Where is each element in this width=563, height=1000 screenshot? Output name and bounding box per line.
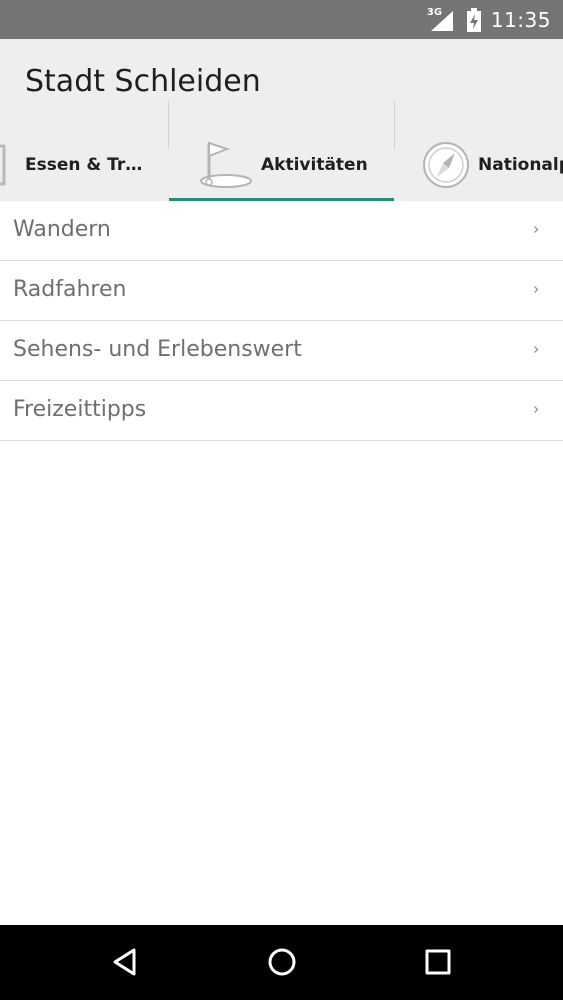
tab-label: Nationalpark bbox=[478, 155, 563, 175]
clock: 11:35 bbox=[490, 7, 551, 32]
tab-label: Essen & Tr… bbox=[25, 155, 143, 175]
battery-icon bbox=[466, 7, 481, 32]
tab-nationalpark[interactable]: Nationalpark bbox=[395, 138, 563, 201]
tab-divider bbox=[168, 101, 169, 149]
chevron-right-icon bbox=[534, 226, 539, 233]
home-circle-icon bbox=[268, 948, 296, 976]
list-item-wandern[interactable]: Wandern bbox=[0, 201, 563, 261]
tab-aktivitaeten[interactable]: Aktivitäten bbox=[169, 138, 394, 201]
status-bar: 3G 11:35 bbox=[0, 0, 563, 39]
list-item-sehenswert[interactable]: Sehens- und Erlebenswert bbox=[0, 321, 563, 381]
tab-divider bbox=[394, 101, 395, 149]
tab-strip: Essen & Tr… Aktivitäten Nationalpark bbox=[0, 138, 563, 201]
app-bar: Stadt Schleiden Essen & Tr… Aktivitäten bbox=[0, 39, 563, 201]
golf-flag-icon bbox=[200, 141, 252, 188]
restaurant-icon bbox=[0, 144, 6, 186]
tab-label: Aktivitäten bbox=[261, 155, 368, 175]
back-button[interactable] bbox=[105, 942, 145, 982]
signal-icon bbox=[430, 10, 453, 31]
list-item-radfahren[interactable]: Radfahren bbox=[0, 261, 563, 321]
chevron-right-icon bbox=[534, 286, 539, 293]
status-icons: 3G 11:35 bbox=[427, 0, 551, 39]
list-item-label: Sehens- und Erlebenswert bbox=[13, 337, 302, 362]
compass-icon bbox=[423, 142, 469, 188]
tab-essen-trinken[interactable]: Essen & Tr… bbox=[0, 138, 168, 201]
list-item-label: Wandern bbox=[13, 217, 111, 242]
recents-button[interactable] bbox=[418, 942, 458, 982]
list-item-freizeittipps[interactable]: Freizeittipps bbox=[0, 381, 563, 441]
recents-square-icon bbox=[425, 949, 451, 975]
chevron-right-icon bbox=[534, 406, 539, 413]
home-button[interactable] bbox=[262, 942, 302, 982]
activity-list: Wandern Radfahren Sehens- und Erlebenswe… bbox=[0, 201, 563, 441]
list-item-label: Radfahren bbox=[13, 277, 127, 302]
list-item-label: Freizeittipps bbox=[13, 397, 147, 422]
navigation-bar bbox=[0, 925, 563, 1000]
page-title: Stadt Schleiden bbox=[25, 64, 261, 99]
back-triangle-icon bbox=[113, 948, 136, 976]
network-indicator: 3G bbox=[427, 7, 455, 32]
chevron-right-icon bbox=[534, 346, 539, 353]
